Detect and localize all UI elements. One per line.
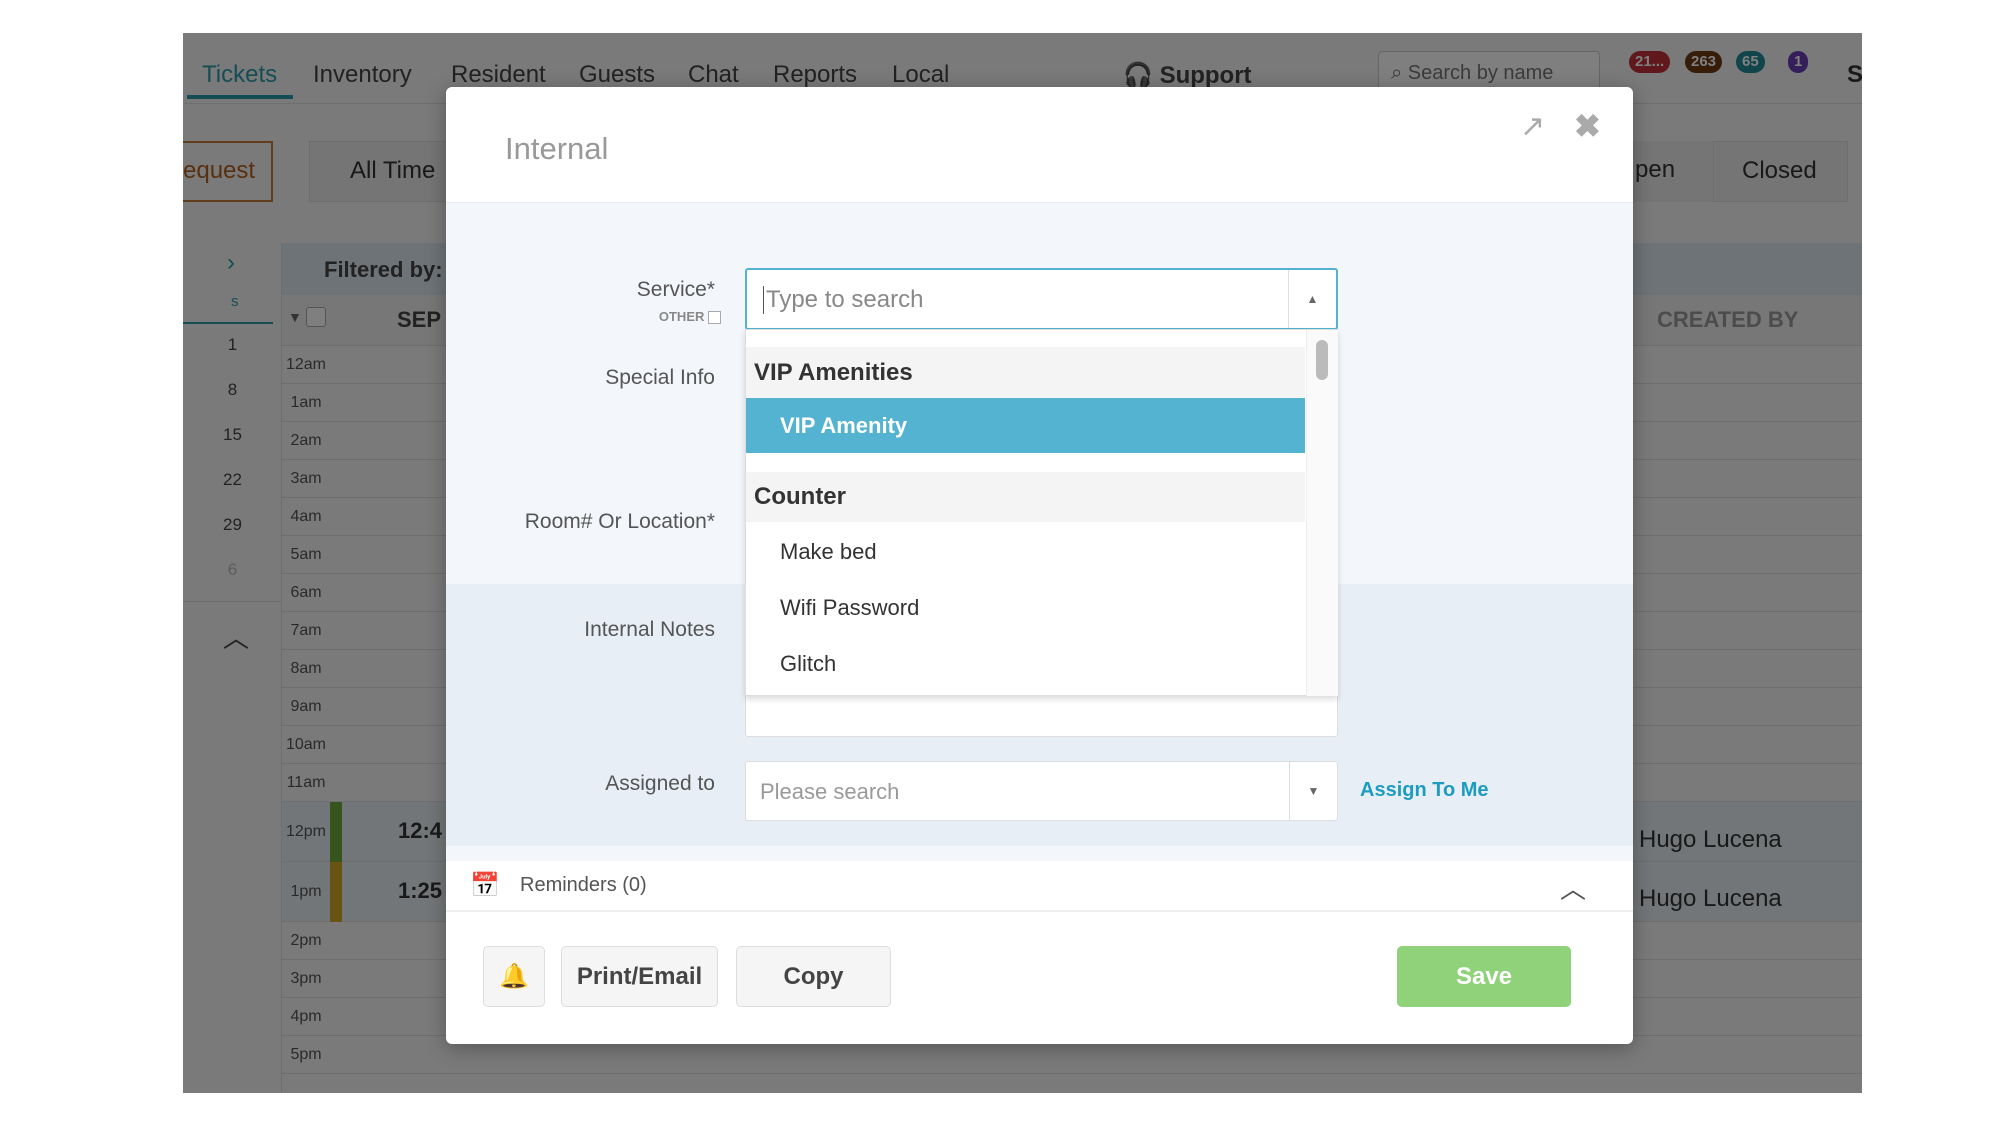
internal-ticket-modal: Internal ↗ ✖ Service* OTHER Special Info… [446, 87, 1633, 1044]
service-search-input[interactable]: Type to search [763, 286, 923, 314]
room-label: Room# Or Location* [524, 510, 715, 533]
open-external-icon[interactable]: ↗ [1520, 109, 1545, 144]
assigned-placeholder: Please search [760, 779, 900, 804]
dropdown-scrollbar[interactable] [1306, 330, 1338, 696]
service-label: Service* [636, 278, 715, 301]
assign-to-me-link[interactable]: Assign To Me [1360, 779, 1489, 802]
option-vip-amenity[interactable]: VIP Amenity [746, 398, 1305, 453]
option-wifi-password[interactable]: Wifi Password [746, 583, 1305, 633]
service-dropdown: VIP Amenities VIP Amenity Counter Make b… [745, 329, 1338, 696]
special-info-label: Special Info [605, 366, 715, 389]
reminders-row[interactable]: 📅 Reminders (0) ︿ [446, 861, 1633, 912]
chevron-up-icon[interactable]: ︿ [1560, 869, 1586, 906]
bell-icon: 🔔 [499, 963, 529, 990]
chevron-up-icon[interactable]: ▲ [1288, 270, 1336, 328]
option-make-bed[interactable]: Make bed [746, 527, 1305, 577]
save-button[interactable]: Save [1397, 946, 1571, 1007]
service-select[interactable]: Type to search ▲ [745, 268, 1338, 330]
print-email-button[interactable]: Print/Email [561, 946, 718, 1007]
scrollbar-thumb[interactable] [1316, 340, 1328, 380]
close-icon[interactable]: ✖ [1574, 107, 1601, 145]
other-label: OTHER [658, 309, 705, 324]
internal-notes-label: Internal Notes [584, 618, 715, 641]
group-header: VIP Amenities [746, 347, 1305, 398]
chevron-down-icon[interactable]: ▼ [1289, 762, 1337, 820]
other-checkbox-row[interactable]: OTHER [658, 309, 721, 325]
bell-button[interactable]: 🔔 [483, 946, 545, 1007]
assigned-to-label: Assigned to [605, 772, 715, 795]
copy-button[interactable]: Copy [736, 946, 891, 1007]
spacer [446, 846, 1633, 861]
option-glitch[interactable]: Glitch [746, 639, 1305, 689]
calendar-check-icon: 📅 [470, 872, 500, 899]
assigned-to-select[interactable]: Please search ▼ [745, 761, 1338, 821]
other-checkbox[interactable] [708, 311, 721, 325]
reminders-label: Reminders (0) [520, 874, 647, 896]
group-header: Counter [746, 472, 1305, 522]
modal-title: Internal [505, 131, 609, 166]
